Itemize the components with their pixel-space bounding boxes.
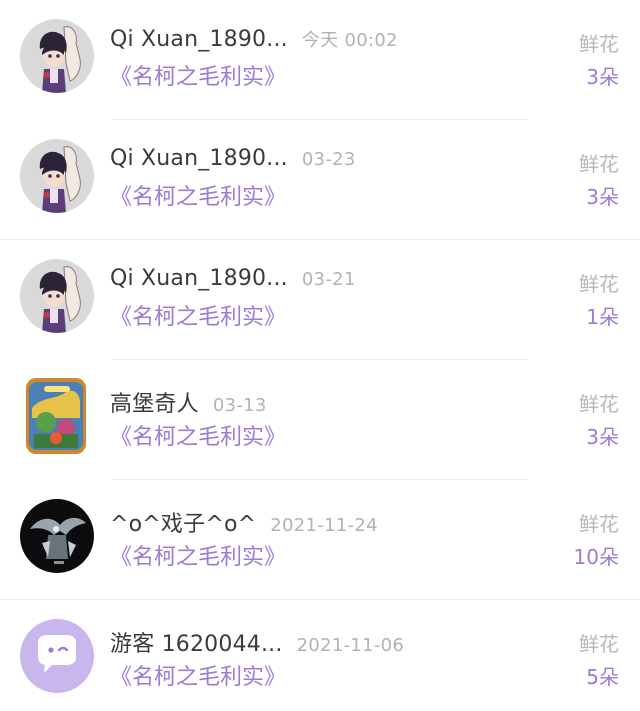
gift-count: 10朵 — [573, 545, 619, 569]
dark-dragon-avatar-icon — [20, 499, 94, 573]
gift-date: 03-23 — [301, 149, 356, 170]
anime-character-avatar-icon — [20, 259, 94, 333]
user-avatar[interactable] — [20, 139, 94, 213]
user-avatar[interactable] — [20, 619, 94, 693]
gift-count: 3朵 — [586, 65, 619, 89]
gift-count: 3朵 — [586, 425, 619, 449]
username-text: 游客 1620044... — [110, 632, 283, 657]
gift-date: 今天 00:02 — [301, 30, 398, 51]
gift-type-label: 鲜花 — [579, 272, 619, 296]
username: ^o^戏子^o^ 2021-11-24 — [110, 506, 378, 538]
user-avatar[interactable] — [26, 378, 86, 454]
username: Qi Xuan_1890... 03-23 — [110, 146, 356, 171]
gift-type-label: 鲜花 — [579, 512, 619, 536]
gift-type-label: 鲜花 — [579, 632, 619, 656]
username: 高堡奇人 03-13 — [110, 386, 267, 418]
gift-row[interactable]: Qi Xuan_1890... 今天 00:02 《名柯之毛利实》 鲜花 3朵 — [0, 0, 640, 120]
book-title-link[interactable]: 《名柯之毛利实》 — [110, 299, 286, 331]
gift-row[interactable]: Qi Xuan_1890... 03-23 《名柯之毛利实》 鲜花 3朵 — [0, 120, 640, 240]
gift-row[interactable]: Qi Xuan_1890... 03-21 《名柯之毛利实》 鲜花 1朵 — [0, 240, 640, 360]
book-title-link[interactable]: 《名柯之毛利实》 — [110, 59, 286, 91]
gift-date: 2021-11-24 — [270, 515, 378, 536]
book-title-link[interactable]: 《名柯之毛利实》 — [110, 419, 286, 451]
gift-row[interactable]: 游客 1620044... 2021-11-06 《名柯之毛利实》 鲜花 5朵 — [0, 600, 640, 711]
anime-character-avatar-icon — [20, 19, 94, 93]
username-text: Qi Xuan_1890... — [110, 27, 288, 52]
gift-count: 3朵 — [586, 185, 619, 209]
default-chat-bubble-avatar-icon — [20, 619, 94, 693]
gift-count: 5朵 — [586, 665, 619, 689]
gift-date: 03-21 — [301, 269, 356, 290]
gift-type-label: 鲜花 — [579, 32, 619, 56]
gift-count: 1朵 — [586, 305, 619, 329]
anime-character-avatar-icon — [20, 139, 94, 213]
flower-gift-list: Qi Xuan_1890... 今天 00:02 《名柯之毛利实》 鲜花 3朵 Q… — [0, 0, 640, 711]
game-artwork-avatar-icon — [26, 378, 86, 454]
username: Qi Xuan_1890... 今天 00:02 — [110, 26, 398, 52]
username: Qi Xuan_1890... 03-21 — [110, 266, 356, 291]
gift-date: 2021-11-06 — [296, 635, 405, 656]
username-text: ^o^戏子^o^ — [110, 512, 257, 537]
book-title-link[interactable]: 《名柯之毛利实》 — [110, 659, 286, 691]
username-text: Qi Xuan_1890... — [110, 266, 288, 291]
user-avatar[interactable] — [20, 19, 94, 93]
gift-row[interactable]: ^o^戏子^o^ 2021-11-24 《名柯之毛利实》 鲜花 10朵 — [0, 480, 640, 600]
user-avatar[interactable] — [20, 499, 94, 573]
username: 游客 1620044... 2021-11-06 — [110, 626, 404, 658]
username-text: Qi Xuan_1890... — [110, 146, 288, 171]
user-avatar[interactable] — [20, 259, 94, 333]
gift-date: 03-13 — [212, 395, 267, 416]
username-text: 高堡奇人 — [110, 392, 199, 417]
gift-row[interactable]: 高堡奇人 03-13 《名柯之毛利实》 鲜花 3朵 — [0, 360, 640, 480]
book-title-link[interactable]: 《名柯之毛利实》 — [110, 539, 286, 571]
gift-type-label: 鲜花 — [579, 152, 619, 176]
book-title-link[interactable]: 《名柯之毛利实》 — [110, 179, 286, 211]
gift-type-label: 鲜花 — [579, 392, 619, 416]
